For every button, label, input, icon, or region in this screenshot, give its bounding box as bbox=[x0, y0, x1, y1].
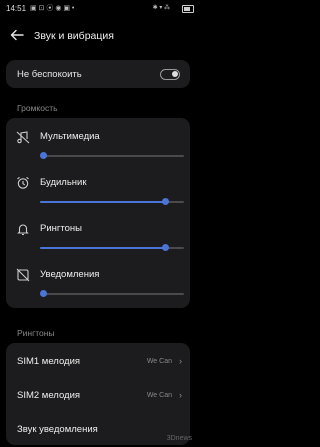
network-icons: ✱ ▾ ⁂ bbox=[152, 5, 170, 11]
battery-icon bbox=[182, 5, 194, 13]
status-notification-icons: ▣ ⊡ ⦿ ◉ ▣ • bbox=[30, 5, 75, 12]
volume-card: Мультимедиа Будильник Рингтоны Уведомлен… bbox=[6, 118, 190, 308]
sim1-ringtone-value: We Can bbox=[146, 358, 172, 365]
volume-label-media: Мультимедиа bbox=[40, 131, 100, 142]
volume-row-ringtones: Рингтоны bbox=[6, 214, 190, 260]
sim2-ringtone-value: We Can bbox=[146, 392, 172, 399]
chevron-right-icon: › bbox=[179, 356, 182, 366]
section-volume-label: Громкость bbox=[17, 103, 58, 113]
notification-sound-row[interactable]: Звук уведомления bbox=[6, 413, 190, 447]
page-title: Звук и вибрация bbox=[34, 30, 114, 42]
slider-thumb[interactable] bbox=[161, 198, 169, 205]
do-not-disturb-row[interactable]: Не беспокоить bbox=[6, 60, 190, 88]
ringtone-volume-slider[interactable] bbox=[40, 244, 184, 251]
volume-row-media: Мультимедиа bbox=[6, 122, 190, 168]
sim1-ringtone-row[interactable]: SIM1 мелодия We Can › bbox=[6, 345, 190, 379]
slider-thumb[interactable] bbox=[40, 290, 47, 297]
slider-thumb[interactable] bbox=[161, 244, 169, 251]
chevron-right-icon: › bbox=[179, 390, 182, 400]
sim2-ringtone-row[interactable]: SIM2 мелодия We Can › bbox=[6, 379, 190, 413]
bell-icon bbox=[17, 224, 29, 236]
sim2-ringtone-label: SIM2 мелодия bbox=[17, 390, 81, 401]
music-muted-icon bbox=[16, 131, 30, 144]
volume-row-notifications: Уведомления bbox=[6, 260, 190, 306]
notification-volume-slider[interactable] bbox=[40, 290, 184, 297]
volume-label-notifications: Уведомления bbox=[40, 269, 100, 280]
section-ringtones-label: Рингтоны bbox=[17, 328, 55, 338]
media-volume-slider[interactable] bbox=[40, 152, 184, 159]
slider-thumb[interactable] bbox=[40, 152, 47, 159]
status-bar: 14:51 ▣ ⊡ ⦿ ◉ ▣ • ✱ ▾ ⁂ bbox=[0, 0, 200, 18]
volume-row-alarm: Будильник bbox=[6, 168, 190, 214]
sim1-ringtone-label: SIM1 мелодия bbox=[17, 356, 81, 367]
do-not-disturb-label: Не беспокоить bbox=[17, 69, 82, 80]
volume-label-ringtones: Рингтоны bbox=[40, 223, 82, 234]
volume-label-alarm: Будильник bbox=[40, 177, 87, 188]
alarm-volume-slider[interactable] bbox=[40, 198, 184, 205]
watermark: 3Dnews bbox=[166, 435, 192, 442]
notification-sound-label: Звук уведомления bbox=[17, 424, 98, 435]
back-arrow-icon[interactable] bbox=[10, 28, 24, 42]
toggle-knob bbox=[172, 71, 178, 77]
do-not-disturb-toggle[interactable] bbox=[160, 69, 180, 80]
ringtones-card: SIM1 мелодия We Can › SIM2 мелодия We Ca… bbox=[6, 343, 190, 445]
status-time: 14:51 bbox=[6, 4, 27, 13]
header: Звук и вибрация bbox=[0, 24, 200, 48]
alarm-icon bbox=[17, 176, 29, 189]
notification-muted-icon bbox=[16, 268, 30, 282]
